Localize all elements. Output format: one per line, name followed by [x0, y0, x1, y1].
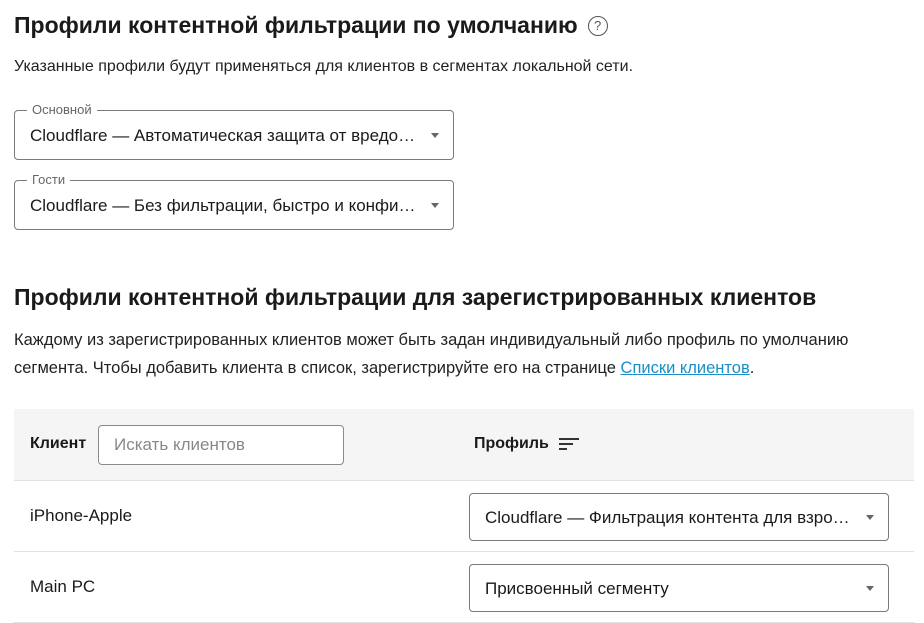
default-profiles-title: Профили контентной фильтрации по умолчан… — [14, 12, 608, 39]
profile-column-header[interactable]: Профиль — [474, 435, 579, 453]
sort-icon[interactable] — [558, 437, 579, 451]
registered-profiles-title: Профили контентной фильтрации для зареги… — [14, 284, 817, 310]
default-profiles-title-text: Профили контентной фильтрации по умолчан… — [14, 12, 578, 38]
caret-down-icon — [431, 203, 439, 208]
registered-profiles-description: Каждому из зарегистрированных клиентов м… — [14, 326, 919, 382]
guest-segment-label: Гости — [27, 172, 71, 188]
client-lists-link[interactable]: Списки клиентов — [621, 359, 750, 377]
caret-down-icon — [866, 515, 874, 520]
help-circle-icon[interactable]: ? — [587, 15, 608, 36]
guest-segment-profile-value: Cloudflare — Без фильтрации, быстро и ко… — [30, 196, 423, 215]
caret-down-icon — [866, 586, 874, 591]
main-segment-label: Основной — [27, 102, 97, 118]
client-profile-value: Cloudflare — Фильтрация контента для взр… — [485, 508, 858, 527]
client-name: Main PC — [30, 577, 96, 596]
client-name: iPhone-Apple — [30, 506, 133, 525]
registered-description-end: . — [749, 359, 755, 377]
client-profile-value: Присвоенный сегменту — [485, 579, 669, 598]
guest-segment-profile-select[interactable]: Гости Cloudflare — Без фильтрации, быстр… — [14, 172, 454, 230]
client-profile-select[interactable]: Cloudflare — Фильтрация контента для взр… — [469, 493, 889, 541]
default-profiles-description: Указанные профили будут применяться для … — [14, 58, 634, 75]
client-search-input[interactable] — [98, 425, 344, 465]
table-row: iPhone-Apple Cloudflare — Фильтрация кон… — [14, 481, 914, 552]
main-segment-profile-select[interactable]: Основной Cloudflare — Автоматическая защ… — [14, 102, 454, 160]
caret-down-icon — [431, 133, 439, 138]
clients-table-header: Клиент Профиль — [14, 409, 914, 481]
profile-column-header-label: Профиль — [474, 435, 549, 452]
client-profile-select[interactable]: Присвоенный сегменту — [469, 564, 889, 612]
main-segment-profile-value: Cloudflare — Автоматическая защита от вр… — [30, 126, 423, 145]
client-column-header: Клиент — [30, 435, 87, 452]
table-row: Main PC Присвоенный сегменту — [14, 552, 914, 623]
